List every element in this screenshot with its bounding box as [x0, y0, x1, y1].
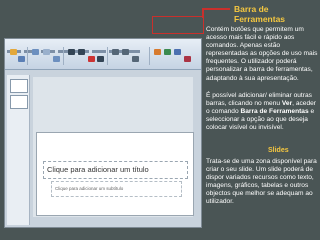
ribbon-highlight: [152, 16, 204, 34]
ribbon-group-slides[interactable]: [29, 47, 64, 65]
slide-thumbnail[interactable]: [10, 95, 28, 109]
ribbon-group-paragraph[interactable]: [109, 47, 150, 65]
slides-description: Trata-se de uma zona disponível para cri…: [206, 158, 317, 206]
subtitle-placeholder[interactable]: Clique para adicionar um subtítulo: [51, 181, 182, 197]
ribbon-group-clipboard[interactable]: [7, 47, 28, 65]
callout-connector: [202, 8, 230, 10]
ribbon-group-font[interactable]: [65, 47, 108, 65]
slide-thumbnails[interactable]: [7, 75, 30, 225]
menu-ver-label: Ver: [281, 100, 293, 108]
title-placeholder[interactable]: Clique para adicionar um título: [43, 161, 188, 179]
slide-thumbnail[interactable]: [10, 79, 28, 93]
ribbon-customize-text: É possível adicionar/ eliminar outras ba…: [206, 92, 318, 132]
ribbon-tabs: [7, 40, 199, 53]
ribbon-group-drawing[interactable]: [151, 47, 199, 65]
slides-heading: Slides: [268, 147, 289, 154]
ribbon-heading: Barra de Ferramentas: [234, 4, 286, 24]
slide-canvas[interactable]: Clique para adicionar um título Clique p…: [36, 132, 194, 216]
ribbon-toolbar[interactable]: [5, 39, 201, 70]
ribbon-description: Contém botões que permitem um acesso mai…: [206, 26, 318, 82]
toolbar-command-label: Barra de Ferramentas: [240, 108, 309, 116]
